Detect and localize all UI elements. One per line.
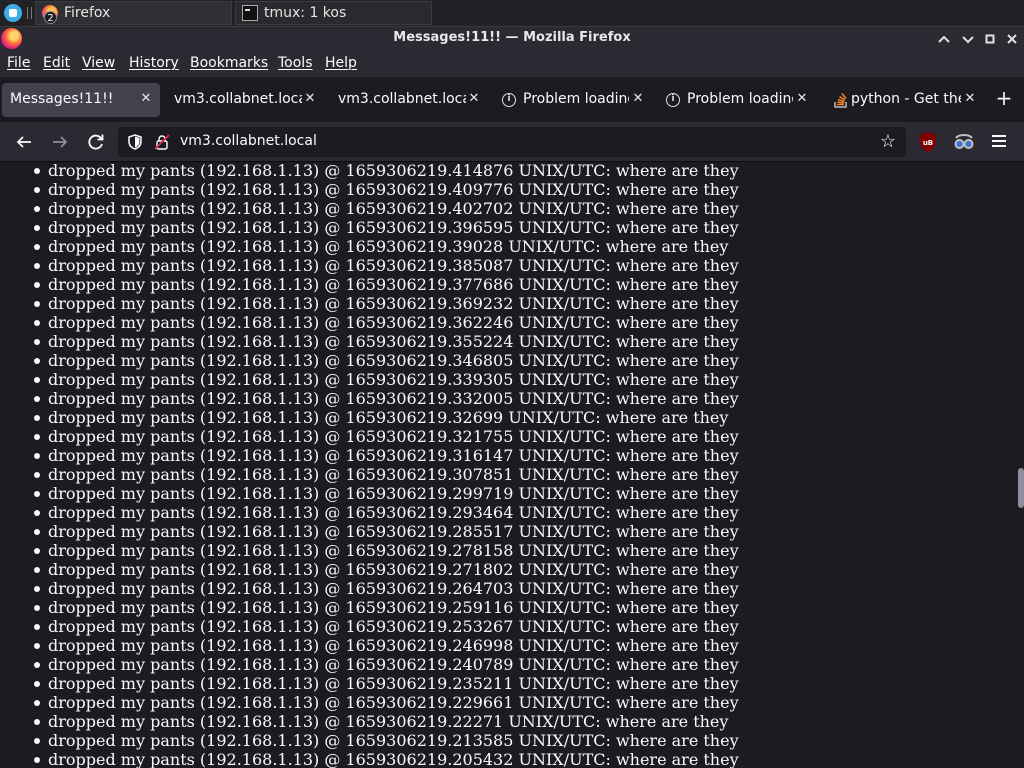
close-tab-icon[interactable]: ✕ bbox=[795, 91, 809, 107]
message-item: dropped my pants (192.168.1.13) @ 165930… bbox=[34, 237, 1008, 256]
close-tab-icon[interactable]: ✕ bbox=[139, 91, 153, 107]
menu-tools[interactable]: Tools bbox=[278, 55, 313, 71]
taskbar-separator bbox=[27, 7, 32, 19]
message-item: dropped my pants (192.168.1.13) @ 165930… bbox=[34, 693, 1008, 712]
url-bar[interactable]: vm3.collabnet.local ☆ bbox=[118, 127, 906, 157]
extension-glasses-icon[interactable] bbox=[953, 132, 975, 152]
message-item: dropped my pants (192.168.1.13) @ 165930… bbox=[34, 427, 1008, 446]
app-launcher-icon[interactable] bbox=[4, 4, 22, 22]
tab-label: Problem loading page bbox=[523, 91, 629, 107]
message-item: dropped my pants (192.168.1.13) @ 165930… bbox=[34, 522, 1008, 541]
navigation-toolbar: vm3.collabnet.local ☆ uB bbox=[0, 122, 1024, 162]
info-icon: i bbox=[666, 93, 680, 107]
message-item: dropped my pants (192.168.1.13) @ 165930… bbox=[34, 351, 1008, 370]
taskbar-task-label: Firefox bbox=[64, 5, 111, 21]
tab-python[interactable]: python - Get the ✕ bbox=[826, 83, 984, 117]
message-item: dropped my pants (192.168.1.13) @ 165930… bbox=[34, 598, 1008, 617]
window-title: Messages!11!! — Mozilla Firefox bbox=[393, 30, 631, 45]
bookmark-star-icon[interactable]: ☆ bbox=[878, 132, 898, 152]
message-item: dropped my pants (192.168.1.13) @ 165930… bbox=[34, 256, 1008, 275]
message-item: dropped my pants (192.168.1.13) @ 165930… bbox=[34, 579, 1008, 598]
stackoverflow-icon bbox=[834, 93, 847, 108]
info-icon: i bbox=[502, 93, 516, 107]
terminal-icon bbox=[242, 5, 258, 21]
taskbar-task-tmux[interactable]: tmux: 1 kos bbox=[235, 1, 432, 25]
message-list: dropped my pants (192.168.1.13) @ 165930… bbox=[34, 162, 1008, 768]
forward-arrow-icon bbox=[53, 136, 68, 148]
minimize-icon[interactable] bbox=[958, 29, 978, 49]
taskbar-task-label: tmux: 1 kos bbox=[264, 5, 347, 21]
message-item: dropped my pants (192.168.1.13) @ 165930… bbox=[34, 162, 1008, 180]
message-item: dropped my pants (192.168.1.13) @ 165930… bbox=[34, 731, 1008, 750]
tab-label: Messages!11!! bbox=[10, 91, 114, 107]
insecure-lock-icon[interactable] bbox=[154, 134, 170, 150]
message-item: dropped my pants (192.168.1.13) @ 165930… bbox=[34, 560, 1008, 579]
tab-label: python - Get the bbox=[851, 91, 961, 107]
tab-messages[interactable]: Messages!11!! ✕ bbox=[2, 83, 160, 117]
message-item: dropped my pants (192.168.1.13) @ 165930… bbox=[34, 636, 1008, 655]
reload-button[interactable] bbox=[84, 130, 108, 154]
taskbar-task-firefox[interactable]: 2 Firefox bbox=[35, 1, 232, 25]
menu-file[interactable]: File bbox=[7, 55, 30, 71]
message-item: dropped my pants (192.168.1.13) @ 165930… bbox=[34, 655, 1008, 674]
tab-vm3-2[interactable]: vm3.collabnet.local ✕ bbox=[330, 83, 488, 117]
menu-bookmarks[interactable]: Bookmarks bbox=[190, 55, 268, 71]
window-titlebar[interactable]: Messages!11!! — Mozilla Firefox bbox=[0, 27, 1024, 51]
message-item: dropped my pants (192.168.1.13) @ 165930… bbox=[34, 218, 1008, 237]
message-item: dropped my pants (192.168.1.13) @ 165930… bbox=[34, 750, 1008, 768]
close-tab-icon[interactable]: ✕ bbox=[467, 91, 481, 107]
message-item: dropped my pants (192.168.1.13) @ 165930… bbox=[34, 199, 1008, 218]
menu-bar: File Edit View History Bookmarks Tools H… bbox=[0, 51, 1024, 77]
tab-problem-loading-2[interactable]: i Problem loading page ✕ bbox=[658, 83, 816, 117]
menu-view[interactable]: View bbox=[82, 55, 115, 71]
forward-button[interactable] bbox=[48, 130, 72, 154]
back-arrow-icon bbox=[16, 136, 31, 148]
message-item: dropped my pants (192.168.1.13) @ 165930… bbox=[34, 446, 1008, 465]
message-item: dropped my pants (192.168.1.13) @ 165930… bbox=[34, 465, 1008, 484]
tab-problem-loading-1[interactable]: i Problem loading page ✕ bbox=[494, 83, 652, 117]
message-item: dropped my pants (192.168.1.13) @ 165930… bbox=[34, 541, 1008, 560]
hamburger-menu-icon[interactable] bbox=[992, 135, 1006, 147]
message-item: dropped my pants (192.168.1.13) @ 165930… bbox=[34, 313, 1008, 332]
reload-icon bbox=[88, 134, 104, 150]
new-tab-button[interactable]: + bbox=[994, 88, 1014, 110]
scrollbar-thumb[interactable] bbox=[1018, 468, 1024, 508]
close-tab-icon[interactable]: ✕ bbox=[963, 91, 977, 107]
tab-label: vm3.collabnet.local bbox=[174, 91, 302, 107]
taskbar: 2 Firefox tmux: 1 kos bbox=[0, 0, 1024, 27]
close-tab-icon[interactable]: ✕ bbox=[303, 91, 317, 107]
message-item: dropped my pants (192.168.1.13) @ 165930… bbox=[34, 674, 1008, 693]
message-item: dropped my pants (192.168.1.13) @ 165930… bbox=[34, 370, 1008, 389]
back-button[interactable] bbox=[12, 130, 36, 154]
menu-edit[interactable]: Edit bbox=[43, 55, 70, 71]
tab-vm3-1[interactable]: vm3.collabnet.local ✕ bbox=[166, 83, 324, 117]
tab-label: Problem loading page bbox=[687, 91, 793, 107]
close-tab-icon[interactable]: ✕ bbox=[631, 91, 645, 107]
message-item: dropped my pants (192.168.1.13) @ 165930… bbox=[34, 503, 1008, 522]
menu-help[interactable]: Help bbox=[325, 55, 357, 71]
page-content: dropped my pants (192.168.1.13) @ 165930… bbox=[0, 162, 1024, 768]
tab-strip: Messages!11!! ✕ vm3.collabnet.local ✕ vm… bbox=[0, 77, 1024, 122]
menu-history[interactable]: History bbox=[129, 55, 179, 71]
window-count-badge: 2 bbox=[44, 11, 57, 24]
ublock-origin-icon[interactable]: uB bbox=[919, 131, 937, 153]
maximize-icon[interactable] bbox=[980, 29, 1000, 49]
message-item: dropped my pants (192.168.1.13) @ 165930… bbox=[34, 275, 1008, 294]
message-item: dropped my pants (192.168.1.13) @ 165930… bbox=[34, 408, 1008, 427]
message-item: dropped my pants (192.168.1.13) @ 165930… bbox=[34, 332, 1008, 351]
message-item: dropped my pants (192.168.1.13) @ 165930… bbox=[34, 389, 1008, 408]
message-item: dropped my pants (192.168.1.13) @ 165930… bbox=[34, 294, 1008, 313]
tab-label: vm3.collabnet.local bbox=[338, 91, 466, 107]
url-text[interactable]: vm3.collabnet.local bbox=[180, 133, 317, 149]
tracking-protection-shield-icon[interactable] bbox=[128, 134, 142, 150]
svg-text:uB: uB bbox=[923, 139, 933, 147]
message-item: dropped my pants (192.168.1.13) @ 165930… bbox=[34, 484, 1008, 503]
keep-above-icon[interactable] bbox=[934, 29, 954, 49]
close-window-icon[interactable] bbox=[1002, 29, 1022, 49]
message-item: dropped my pants (192.168.1.13) @ 165930… bbox=[34, 617, 1008, 636]
message-item: dropped my pants (192.168.1.13) @ 165930… bbox=[34, 180, 1008, 199]
message-item: dropped my pants (192.168.1.13) @ 165930… bbox=[34, 712, 1008, 731]
